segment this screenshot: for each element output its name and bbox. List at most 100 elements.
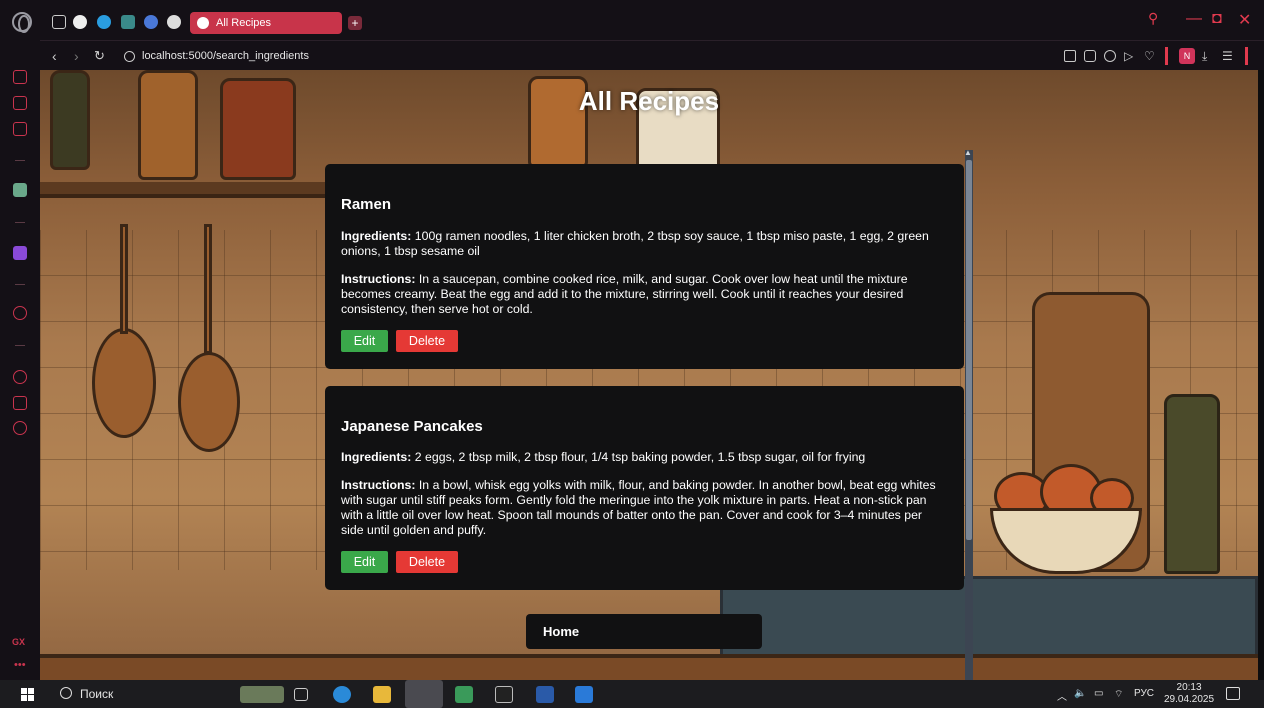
reload-icon[interactable]: ↻ <box>94 48 105 64</box>
language-indicator[interactable]: РУС <box>1134 688 1154 699</box>
delete-button[interactable]: Delete <box>396 330 458 352</box>
instructions-label: Instructions: <box>341 272 416 286</box>
recipe-name: Ramen <box>341 196 392 213</box>
sidebar-extensions-icon[interactable] <box>13 396 27 410</box>
instructions-label: Instructions: <box>341 478 416 492</box>
opera-gx-taskbar-icon[interactable] <box>405 680 443 708</box>
clock-date: 29.04.2025 <box>1164 694 1215 705</box>
chrome-pinned-icon[interactable] <box>167 15 181 29</box>
edge-icon[interactable] <box>333 686 351 703</box>
address-bar: ‹ › ↻ localhost:5000/search_ingredients … <box>40 40 1264 70</box>
background-spoon <box>178 352 240 452</box>
sidebar-player-icon[interactable] <box>13 306 27 320</box>
taskbar-search-input[interactable]: Поиск <box>80 687 113 701</box>
page-title: All Recipes <box>578 86 720 116</box>
scroll-up-icon[interactable]: ▲ <box>964 148 972 157</box>
url-field[interactable]: localhost:5000/search_ingredients <box>142 50 309 62</box>
background-spoon <box>92 328 156 438</box>
instructions-text: In a saucepan, combine cooked rice, milk… <box>341 272 908 316</box>
file-explorer-icon[interactable] <box>373 686 391 703</box>
clock[interactable]: 20:13 29.04.2025 <box>1164 682 1214 706</box>
toolbar-divider <box>1165 47 1168 65</box>
tray-chevron-icon[interactable]: ︿ <box>1057 688 1067 703</box>
back-icon[interactable]: ‹ <box>52 48 57 64</box>
background-shelf <box>40 182 340 198</box>
site-info-icon[interactable] <box>124 51 135 62</box>
battery-icon[interactable]: ▭ <box>1094 688 1103 699</box>
word-icon[interactable] <box>536 686 554 703</box>
recipe-ingredients: Ingredients: 100g ramen noodles, 1 liter… <box>341 229 947 259</box>
background-bottle <box>50 70 90 170</box>
forward-icon[interactable]: › <box>74 48 79 64</box>
app-taskbar-icon[interactable] <box>455 686 473 703</box>
docker-pinned-icon[interactable] <box>121 15 135 29</box>
background-bottle <box>1164 394 1220 574</box>
search-tabs-icon[interactable]: ⚲ <box>1148 10 1158 27</box>
sidebar-history-icon[interactable] <box>13 370 27 384</box>
vpn-icon[interactable] <box>1104 50 1116 62</box>
heart-icon[interactable]: ♡ <box>1144 50 1156 62</box>
sidebar-separator <box>15 160 25 161</box>
tab-all-recipes[interactable]: All Recipes <box>190 12 342 34</box>
notifications-icon[interactable] <box>1226 687 1240 700</box>
recipe-card: Japanese Pancakes Ingredients: 2 eggs, 2… <box>325 386 964 590</box>
background-spoon-handle <box>120 224 128 334</box>
github-pinned-icon[interactable] <box>73 15 87 29</box>
sidebar-separator <box>15 345 25 346</box>
profile-avatar[interactable]: N <box>1179 48 1195 64</box>
recipe-name: Japanese Pancakes <box>341 418 483 435</box>
download-icon[interactable]: ⤓ <box>1202 50 1214 62</box>
ingredients-label: Ingredients: <box>341 229 412 243</box>
browser-sidebar: GX ••• <box>0 40 40 680</box>
sidebar-gx-corner-icon[interactable] <box>13 96 27 110</box>
snapshot-icon[interactable] <box>1084 50 1096 62</box>
background-spoon-handle <box>204 224 212 354</box>
windows-start-icon[interactable] <box>21 688 35 702</box>
sidebar-more-icon[interactable]: ••• <box>14 659 26 671</box>
background-counter <box>40 654 1258 680</box>
maximize-icon[interactable]: ◘ <box>1212 10 1222 28</box>
edit-button[interactable]: Edit <box>341 330 388 352</box>
globe-icon <box>197 17 209 29</box>
vscode-icon[interactable] <box>575 686 593 703</box>
ingredients-text: 2 eggs, 2 tbsp milk, 2 tbsp flour, 1/4 t… <box>414 450 866 464</box>
home-link[interactable]: Home <box>526 614 762 649</box>
wifi-icon[interactable]: ⌔ <box>1114 688 1123 701</box>
edit-button[interactable]: Edit <box>341 551 388 573</box>
volume-icon[interactable]: 🔈 <box>1074 688 1086 699</box>
delete-button[interactable]: Delete <box>396 551 458 573</box>
minimize-icon[interactable]: — <box>1186 10 1202 28</box>
edit-page-icon[interactable] <box>1064 50 1076 62</box>
gallery-pinned-icon[interactable] <box>52 15 66 29</box>
recipe-ingredients: Ingredients: 2 eggs, 2 tbsp milk, 2 tbsp… <box>341 450 947 465</box>
clock-time: 20:13 <box>1176 682 1202 693</box>
sidebar-gx-control-icon[interactable] <box>13 70 27 84</box>
player-icon[interactable]: ▷ <box>1124 50 1136 62</box>
ingredients-text: 100g ramen noodles, 1 liter chicken brot… <box>341 229 929 258</box>
instructions-text: In a bowl, whisk egg yolks with milk, fl… <box>341 478 936 537</box>
sidebar-twitch-icon[interactable] <box>13 246 27 260</box>
new-tab-button[interactable]: + <box>348 16 362 30</box>
page-viewport: All Recipes Ramen Ingredients: 100g rame… <box>40 70 1258 680</box>
easy-setup-icon[interactable]: ☰ <box>1222 50 1234 62</box>
sidebar-separator <box>15 284 25 285</box>
close-icon[interactable]: ✕ <box>1238 10 1251 30</box>
search-highlight-icon[interactable] <box>240 686 284 703</box>
task-view-icon[interactable] <box>294 688 308 701</box>
recipe-card: Ramen Ingredients: 100g ramen noodles, 1… <box>325 164 964 369</box>
toolbar-edge-marker <box>1245 47 1248 65</box>
tab-bar: All Recipes + ⚲ — ◘ ✕ <box>0 0 1264 40</box>
telegram-pinned-icon[interactable] <box>97 15 111 29</box>
terminal-icon[interactable] <box>495 686 513 703</box>
app-pinned-icon[interactable] <box>144 15 158 29</box>
opera-menu-icon[interactable] <box>12 12 32 33</box>
sidebar-separator <box>15 222 25 223</box>
sidebar-chatgpt-icon[interactable] <box>13 183 27 197</box>
sidebar-gx-label: GX <box>12 637 26 647</box>
sidebar-settings-icon[interactable] <box>13 421 27 435</box>
tab-title: All Recipes <box>216 17 272 29</box>
sidebar-mods-icon[interactable] <box>13 122 27 136</box>
scrollbar-thumb[interactable] <box>966 160 972 540</box>
recipe-instructions: Instructions: In a bowl, whisk egg yolks… <box>341 478 947 538</box>
search-icon[interactable] <box>60 687 72 699</box>
